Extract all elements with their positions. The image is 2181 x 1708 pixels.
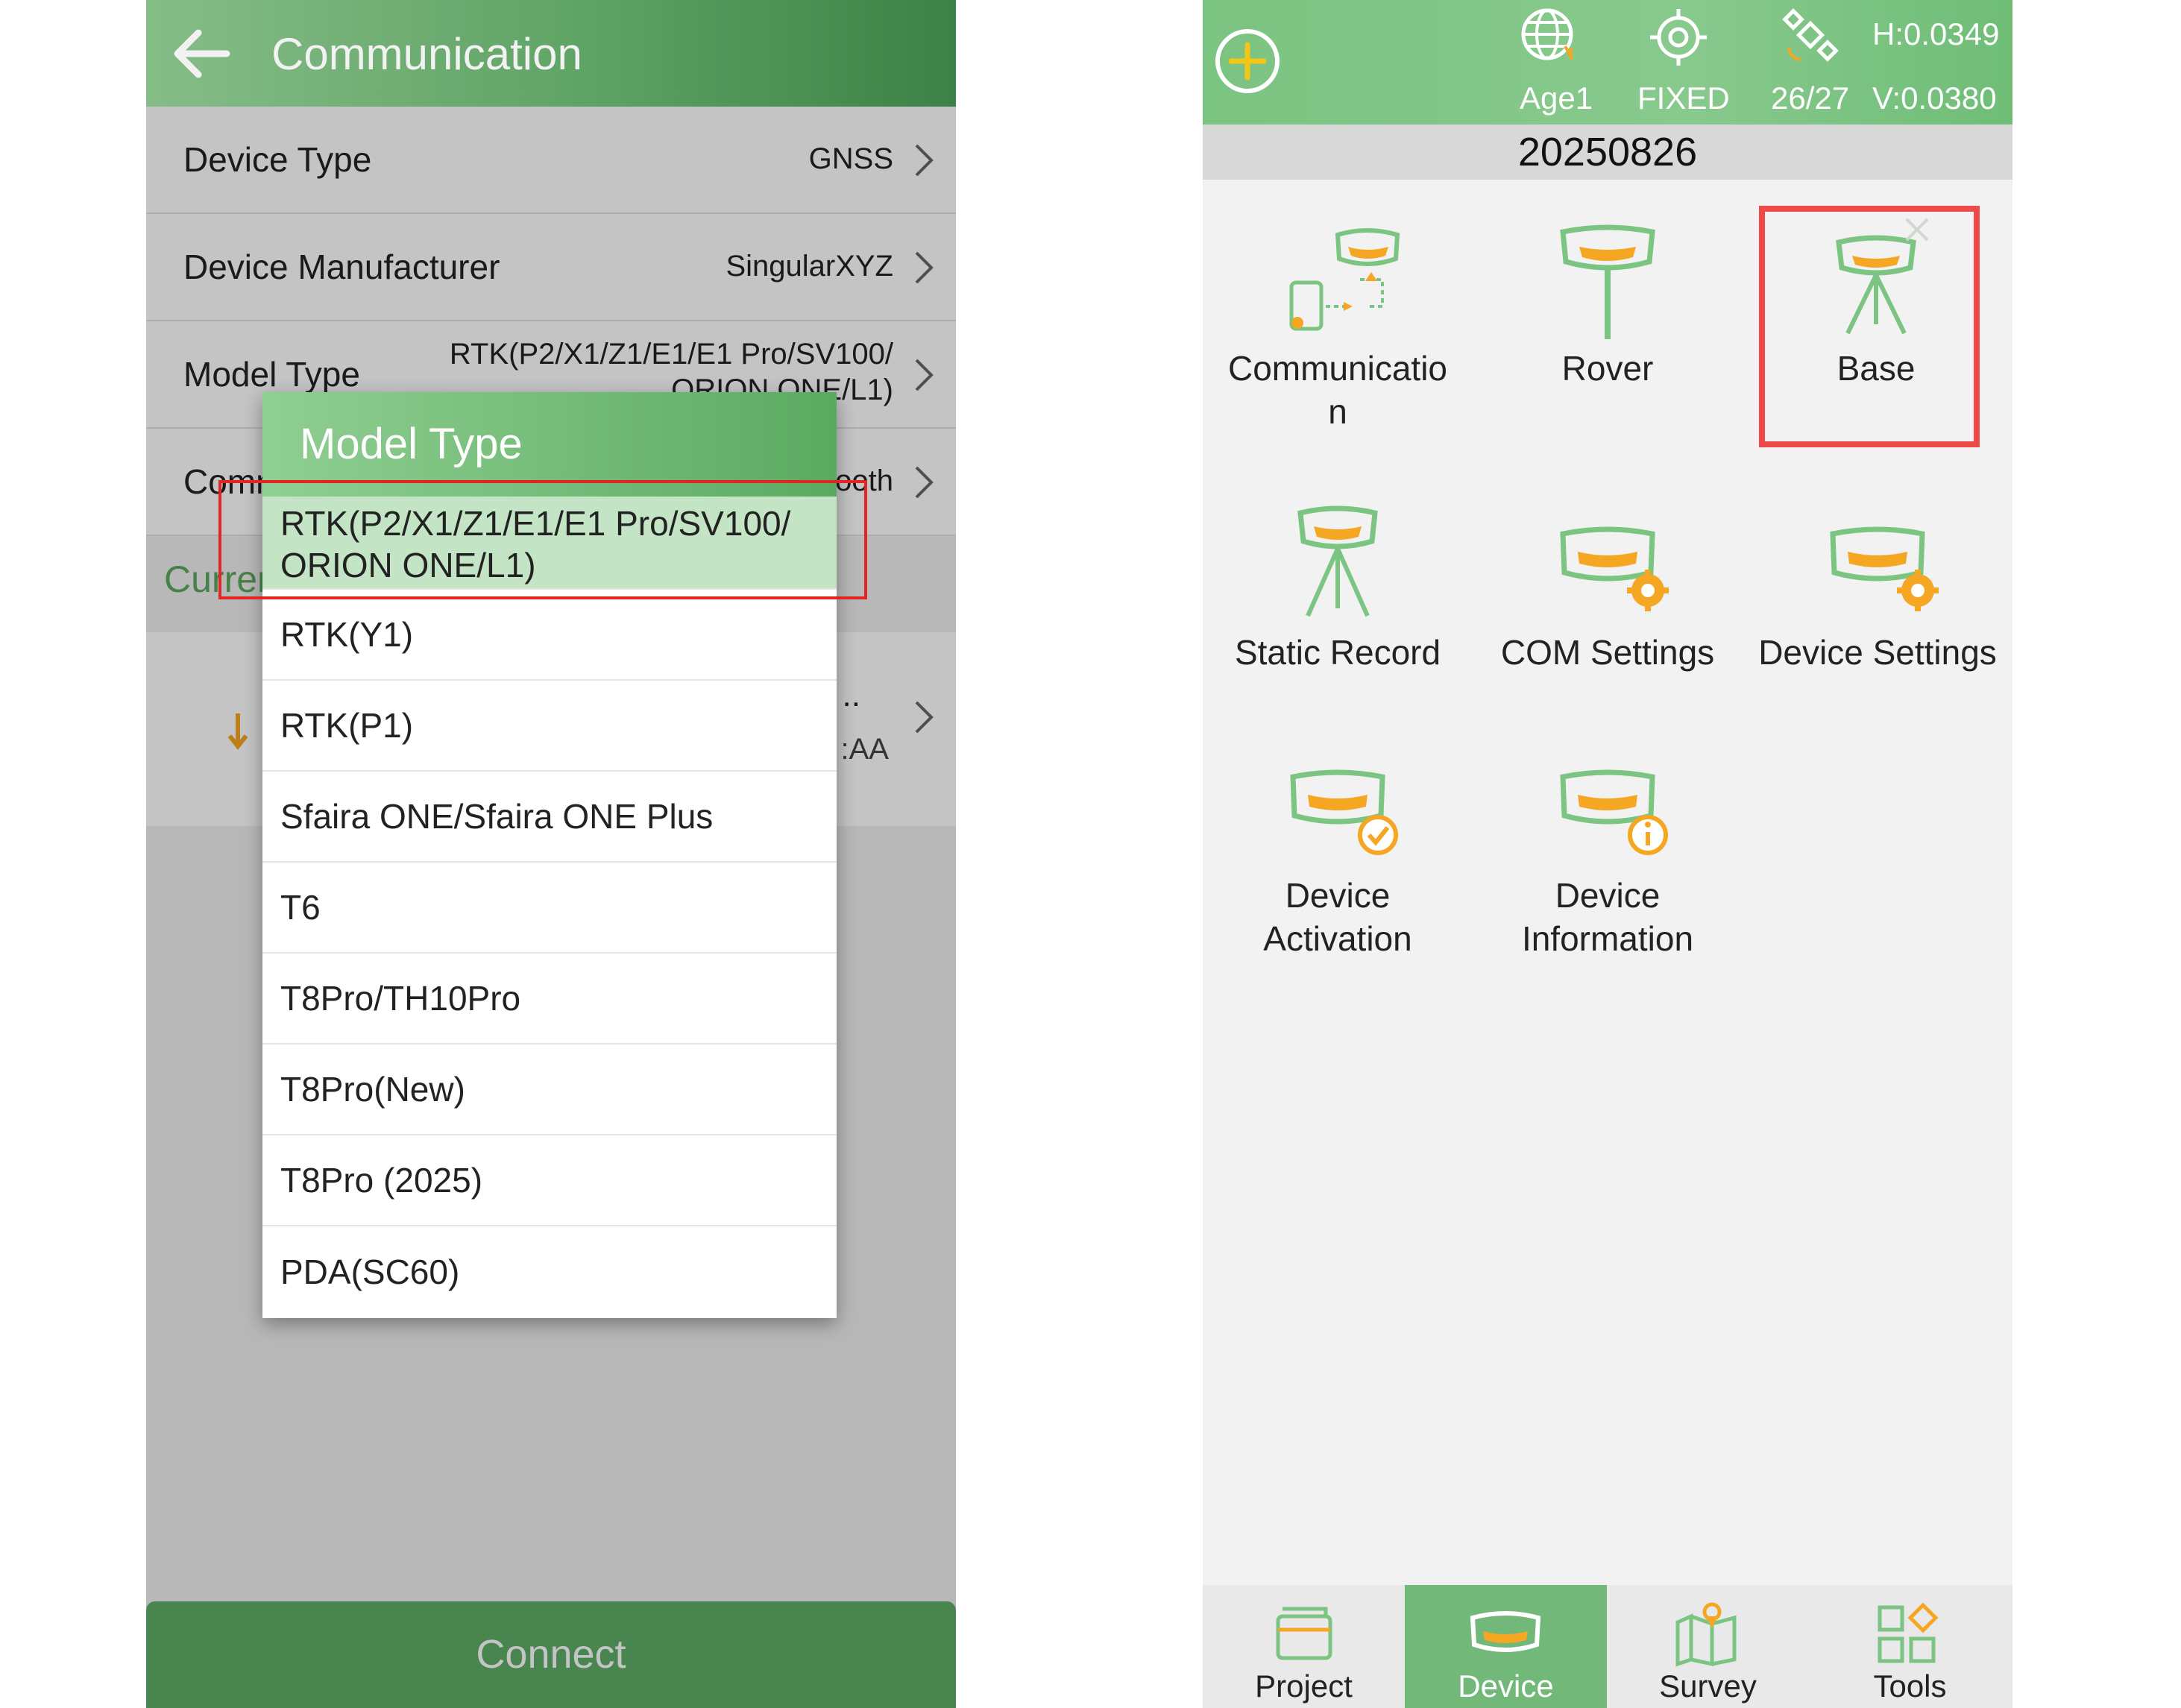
tile-label-line2: n [1328,392,1347,431]
tab-label: Tools [1873,1668,1947,1704]
tile-label-line1: Device [1555,876,1661,915]
tab-label: Survey [1659,1668,1757,1704]
tile-label-line1: Communicatio [1228,349,1447,388]
device-icon [1470,1611,1541,1652]
device-activation-tile[interactable]: Device Activation [1203,747,1473,960]
tile-label: COM Settings [1500,633,1715,672]
tile-label-line2: Activation [1263,919,1412,958]
solution-status-text: FIXED [1637,81,1730,116]
add-plus-icon[interactable] [1213,27,1282,95]
device-activation-icon [1290,769,1398,855]
survey-map-icon [1675,1602,1737,1667]
bottom-tab-bar: Project Device Survey Tools [1203,1585,2012,1708]
device-information-icon [1560,769,1668,855]
model-option[interactable]: RTK(P1) [262,681,837,772]
globe-icon [1521,8,1573,60]
device-settings-icon [1830,526,1939,611]
communication-tile[interactable]: Communicatio n [1203,220,1473,433]
tab-survey[interactable]: Survey [1607,1585,1809,1708]
gps-target-icon [1650,9,1707,66]
model-option[interactable]: Sfaira ONE/Sfaira ONE Plus [262,772,837,863]
dialog-scrim-header [146,0,956,107]
status-bar: Age1 FIXED 26/27 H:0.0349 V:0.0380 [1203,0,2012,125]
age-text: Age1 [1520,81,1593,116]
model-option[interactable]: T8Pro/TH10Pro [262,954,837,1044]
tile-label-line1: Device [1285,876,1391,915]
project-icon [1276,1607,1332,1660]
tools-grid-icon [1878,1602,1939,1663]
device-screen: Age1 FIXED 26/27 H:0.0349 V:0.0380 20250… [1203,0,2012,1708]
tab-label: Device [1458,1668,1554,1704]
tab-device[interactable]: Device [1405,1585,1607,1708]
static-record-tile[interactable]: Static Record [1203,504,1473,674]
communication-screen: Communication Device Type GNSS Device Ma… [146,0,956,1708]
model-option[interactable]: T6 [262,863,837,954]
highlight-box-base-tile [1759,206,1980,447]
tab-tools[interactable]: Tools [1809,1585,2011,1708]
com-settings-tile[interactable]: COM Settings [1473,504,1743,674]
tile-label: Rover [1561,349,1654,388]
project-name-band: 20250826 [1203,125,2012,180]
close-icon[interactable] [1904,216,1930,243]
static-record-icon [1297,505,1378,617]
satellite-icon [1782,8,1839,62]
horizontal-precision-text: H:0.0349 [1872,16,2000,51]
com-settings-icon [1560,526,1669,611]
satellite-count-text: 26/27 [1771,81,1850,116]
rover-icon [1560,224,1655,339]
device-settings-tile[interactable]: Device Settings [1743,504,2012,674]
communication-icon [1289,228,1400,331]
device-information-tile[interactable]: Device Information [1473,747,1743,960]
model-option[interactable]: T8Pro (2025) [262,1135,837,1226]
highlight-box-selected-model [218,480,867,599]
tab-project[interactable]: Project [1203,1585,1405,1708]
tile-label: Device Settings [1758,633,1997,672]
model-option[interactable]: RTK(Y1) [262,590,837,681]
tile-label-line2: Information [1521,919,1694,958]
vertical-precision-text: V:0.0380 [1872,81,1997,116]
model-option[interactable]: PDA(SC60) [262,1226,837,1317]
model-option[interactable]: T8Pro(New) [262,1044,837,1135]
tab-label: Project [1255,1668,1353,1704]
tile-label: Static Record [1234,633,1441,672]
rover-tile[interactable]: Rover [1473,220,1743,390]
